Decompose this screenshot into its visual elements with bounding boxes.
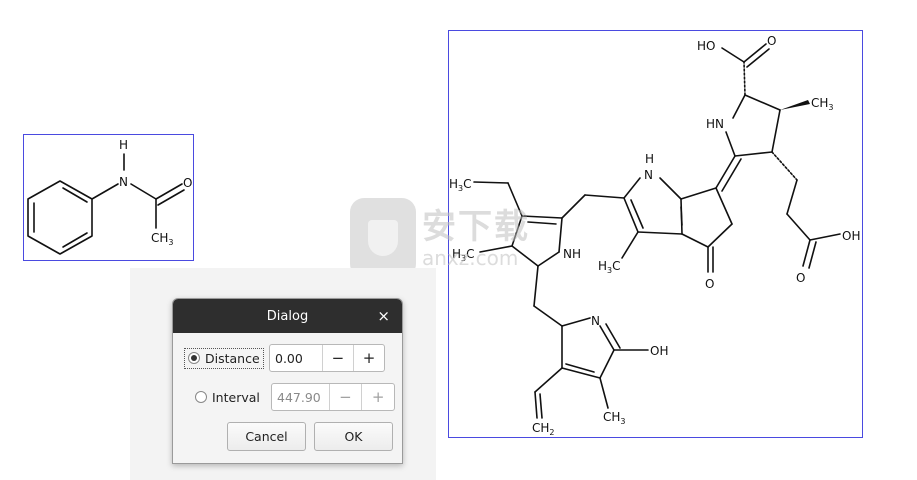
watermark-cn: 安下载: [422, 207, 530, 247]
atom-label-nh-mid-h: H: [645, 152, 654, 166]
interval-input[interactable]: 447.90: [272, 384, 330, 410]
interval-decrement-button[interactable]: −: [330, 384, 362, 410]
atom-label-h3c-mid: H3C: [598, 259, 621, 275]
atom-label-o-ketone: O: [705, 277, 714, 291]
distance-input[interactable]: 0.00: [270, 345, 323, 371]
distance-spinbox: 0.00 − +: [269, 344, 385, 372]
ok-button[interactable]: OK: [314, 422, 393, 451]
atom-label-n-bottom: N: [591, 314, 600, 328]
interval-radio[interactable]: Interval: [192, 388, 266, 407]
interval-label: Interval: [212, 389, 260, 405]
close-icon[interactable]: ×: [377, 307, 390, 325]
dialog: Dialog × Distance 0.00 − + Interval 447.…: [172, 298, 403, 464]
atom-label-nh-left: NH: [563, 247, 581, 261]
atom-label-o-acid: O: [796, 271, 805, 285]
atom-label-ch3-bottom: CH3: [603, 410, 626, 426]
atom-label-hn: HN: [706, 117, 724, 131]
atom-label-oh-bottom: OH: [650, 344, 668, 358]
distance-decrement-button[interactable]: −: [323, 345, 353, 371]
atom-label-ch2: CH2: [532, 421, 555, 437]
atom-label-n-mid: N: [644, 168, 653, 182]
distance-label: Distance: [205, 350, 260, 366]
watermark: 安下载 anxz.com: [350, 198, 530, 278]
interval-increment-button[interactable]: +: [361, 384, 394, 410]
interval-spinbox: 447.90 − +: [271, 383, 395, 411]
dialog-title: Dialog: [266, 308, 309, 324]
distance-radio[interactable]: Distance: [184, 347, 264, 369]
atom-label-ch3-top: CH3: [811, 96, 834, 112]
radio-selected-icon: [188, 352, 200, 364]
cancel-button[interactable]: Cancel: [227, 422, 306, 451]
radio-unselected-icon: [195, 391, 207, 403]
shield-icon: [350, 198, 416, 278]
atom-label-h3c-ethyl: H3C: [449, 177, 472, 193]
distance-increment-button[interactable]: +: [352, 345, 384, 371]
atom-label-ho-top: HO: [697, 39, 715, 53]
atom-label-oh-acid: OH: [842, 229, 860, 243]
atom-label-o-top: O: [767, 34, 776, 48]
dialog-titlebar[interactable]: Dialog ×: [173, 299, 402, 333]
watermark-en: anxz.com: [422, 246, 519, 270]
